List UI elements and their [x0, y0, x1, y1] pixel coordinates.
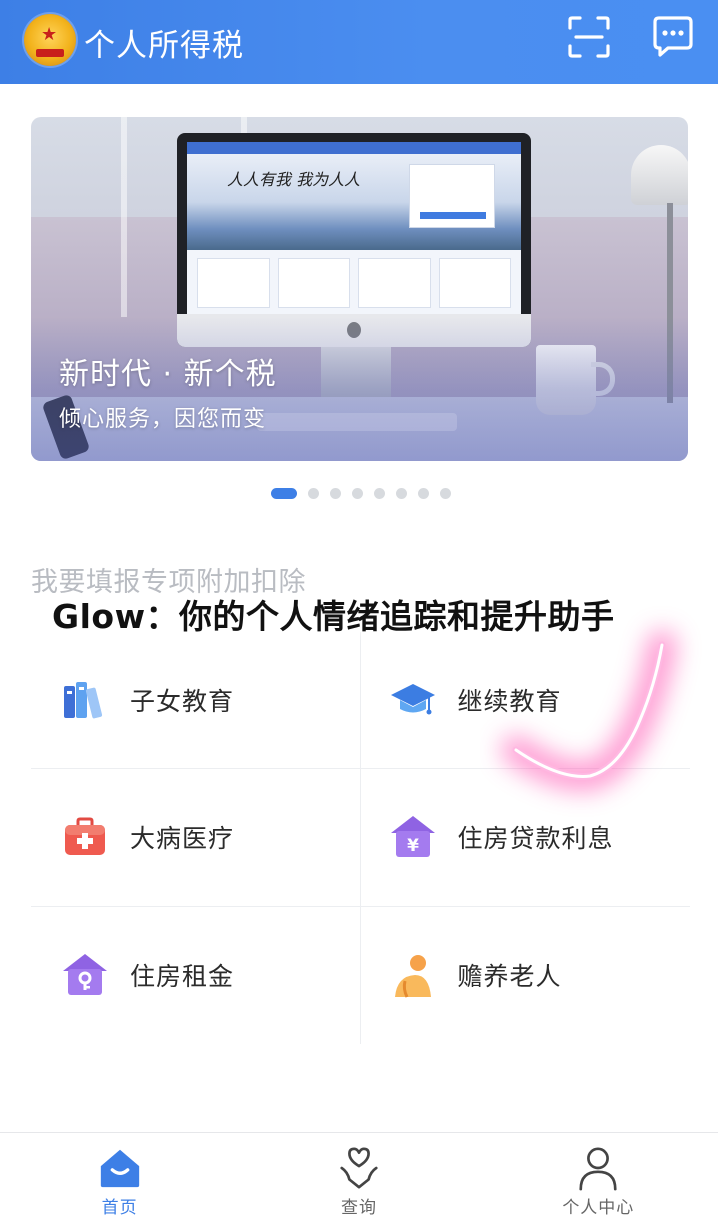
banner-subtitle: 倾心服务，因您而变	[59, 407, 267, 432]
banner-title: 新时代 · 新个税	[59, 357, 277, 392]
tab-label: 查询	[340, 1198, 377, 1218]
carousel-dot[interactable]	[308, 487, 319, 499]
deduction-housing-rent[interactable]: 住房租金	[31, 906, 361, 1044]
deduction-label: 住房租金	[130, 962, 235, 992]
elderly-person-icon	[394, 955, 431, 998]
deduction-label: 大病医疗	[130, 824, 235, 854]
tab-label: 首页	[101, 1198, 138, 1218]
tab-query[interactable]: 查询	[239, 1133, 478, 1218]
svg-text:¥: ¥	[407, 836, 419, 856]
bottom-tab-bar: 首页 查询 个人中心	[0, 1132, 718, 1218]
carousel-dot[interactable]	[374, 487, 385, 499]
carousel-indicator	[271, 487, 451, 499]
graduation-cap-icon	[390, 684, 435, 715]
overlay-caption: Glow：你的个人情绪追踪和提升助手	[52, 597, 615, 636]
promo-banner[interactable]: 人人有我 我为人人 新时代 · 新个税 倾心服务，因您而变	[31, 117, 688, 461]
deduction-label: 赡养老人	[457, 962, 562, 992]
deduction-label: 住房贷款利息	[457, 824, 614, 854]
national-emblem-icon: ★	[24, 14, 76, 66]
deduction-continuing-education[interactable]: 继续教育	[360, 632, 690, 770]
deduction-elderly-support[interactable]: 赡养老人	[361, 907, 691, 1044]
tab-profile[interactable]: 个人中心	[479, 1133, 718, 1218]
screen-cards	[197, 258, 511, 308]
tab-label: 个人中心	[562, 1198, 635, 1218]
user-icon	[579, 1147, 617, 1191]
app-header: ★ 个人所得税	[0, 0, 718, 84]
carousel-dot[interactable]	[352, 487, 363, 499]
home-content: 人人有我 我为人人 新时代 · 新个税 倾心服务，因您而变 我要填报专项附加扣除	[0, 84, 718, 1132]
deduction-housing-loan-interest[interactable]: ¥ 住房贷款利息	[360, 769, 690, 907]
scan-icon[interactable]	[566, 14, 612, 60]
screen-login-card	[409, 164, 495, 228]
carousel-dot[interactable]	[440, 487, 451, 499]
monitor-image: 人人有我 我为人人	[177, 133, 531, 347]
home-icon	[100, 1149, 139, 1188]
house-key-icon	[63, 954, 107, 996]
heart-hand-icon	[340, 1147, 378, 1189]
deduction-label: 继续教育	[457, 687, 562, 717]
deduction-label: 子女教育	[130, 687, 235, 717]
carousel-dot[interactable]	[396, 487, 407, 499]
medical-kit-icon	[65, 817, 105, 856]
app-title: 个人所得税	[84, 28, 244, 64]
carousel-dot[interactable]	[418, 487, 429, 499]
carousel-dot-active[interactable]	[271, 487, 297, 499]
deduction-serious-illness[interactable]: 大病医疗	[31, 769, 361, 907]
books-icon	[64, 682, 103, 719]
message-icon[interactable]	[650, 14, 696, 60]
deduction-grid: 子女教育 继续教育 大病医疗 ¥ 住房贷款利息 住房租金 赡养老人	[31, 632, 690, 1044]
monitor-screen: 人人有我 我为人人	[187, 142, 521, 314]
house-yuan-icon: ¥	[390, 816, 435, 858]
tab-home[interactable]: 首页	[0, 1133, 239, 1218]
deduction-child-education[interactable]: 子女教育	[31, 632, 361, 770]
lamp-image	[631, 145, 688, 205]
screen-slogan: 人人有我 我为人人	[227, 170, 361, 189]
carousel-dot[interactable]	[330, 487, 341, 499]
